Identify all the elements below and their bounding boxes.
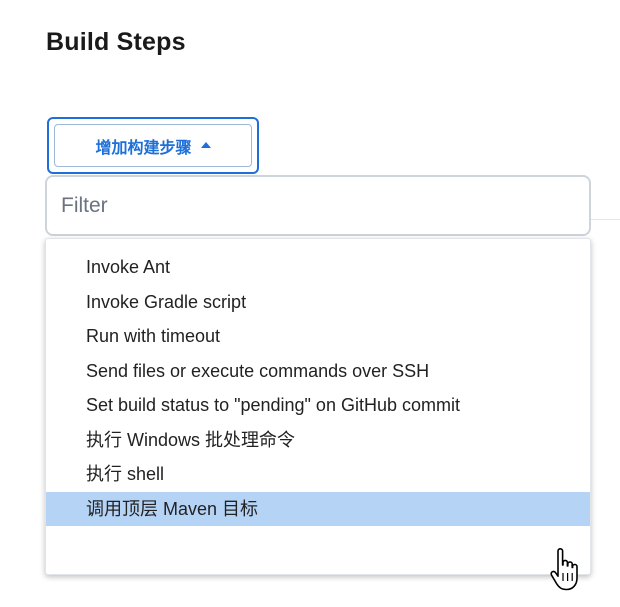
filter-input[interactable] xyxy=(45,175,591,236)
menu-item-send-files-over-ssh[interactable]: Send files or execute commands over SSH xyxy=(46,354,590,389)
menu-item-windows-batch-command[interactable]: 执行 Windows 批处理命令 xyxy=(46,423,590,458)
menu-item-execute-shell[interactable]: 执行 shell xyxy=(46,457,590,492)
section-divider xyxy=(590,219,620,220)
menu-item-invoke-gradle-script[interactable]: Invoke Gradle script xyxy=(46,285,590,320)
add-build-step-label: 增加构建步骤 xyxy=(95,137,192,157)
menu-item-run-with-timeout[interactable]: Run with timeout xyxy=(46,319,590,354)
menu-item-invoke-maven-targets[interactable]: 调用顶层 Maven 目标 xyxy=(46,491,590,526)
build-step-dropdown-menu: Invoke Ant Invoke Gradle script Run with… xyxy=(45,238,591,575)
build-steps-page: Build Steps 增加构建步骤 Invoke Ant Invoke Gra… xyxy=(0,0,620,607)
caret-up-icon xyxy=(200,141,211,148)
add-build-step-button[interactable]: 增加构建步骤 xyxy=(47,117,259,174)
menu-item-invoke-ant[interactable]: Invoke Ant xyxy=(46,250,590,285)
section-title: Build Steps xyxy=(46,28,186,56)
menu-item-set-github-build-status[interactable]: Set build status to "pending" on GitHub … xyxy=(46,388,590,423)
